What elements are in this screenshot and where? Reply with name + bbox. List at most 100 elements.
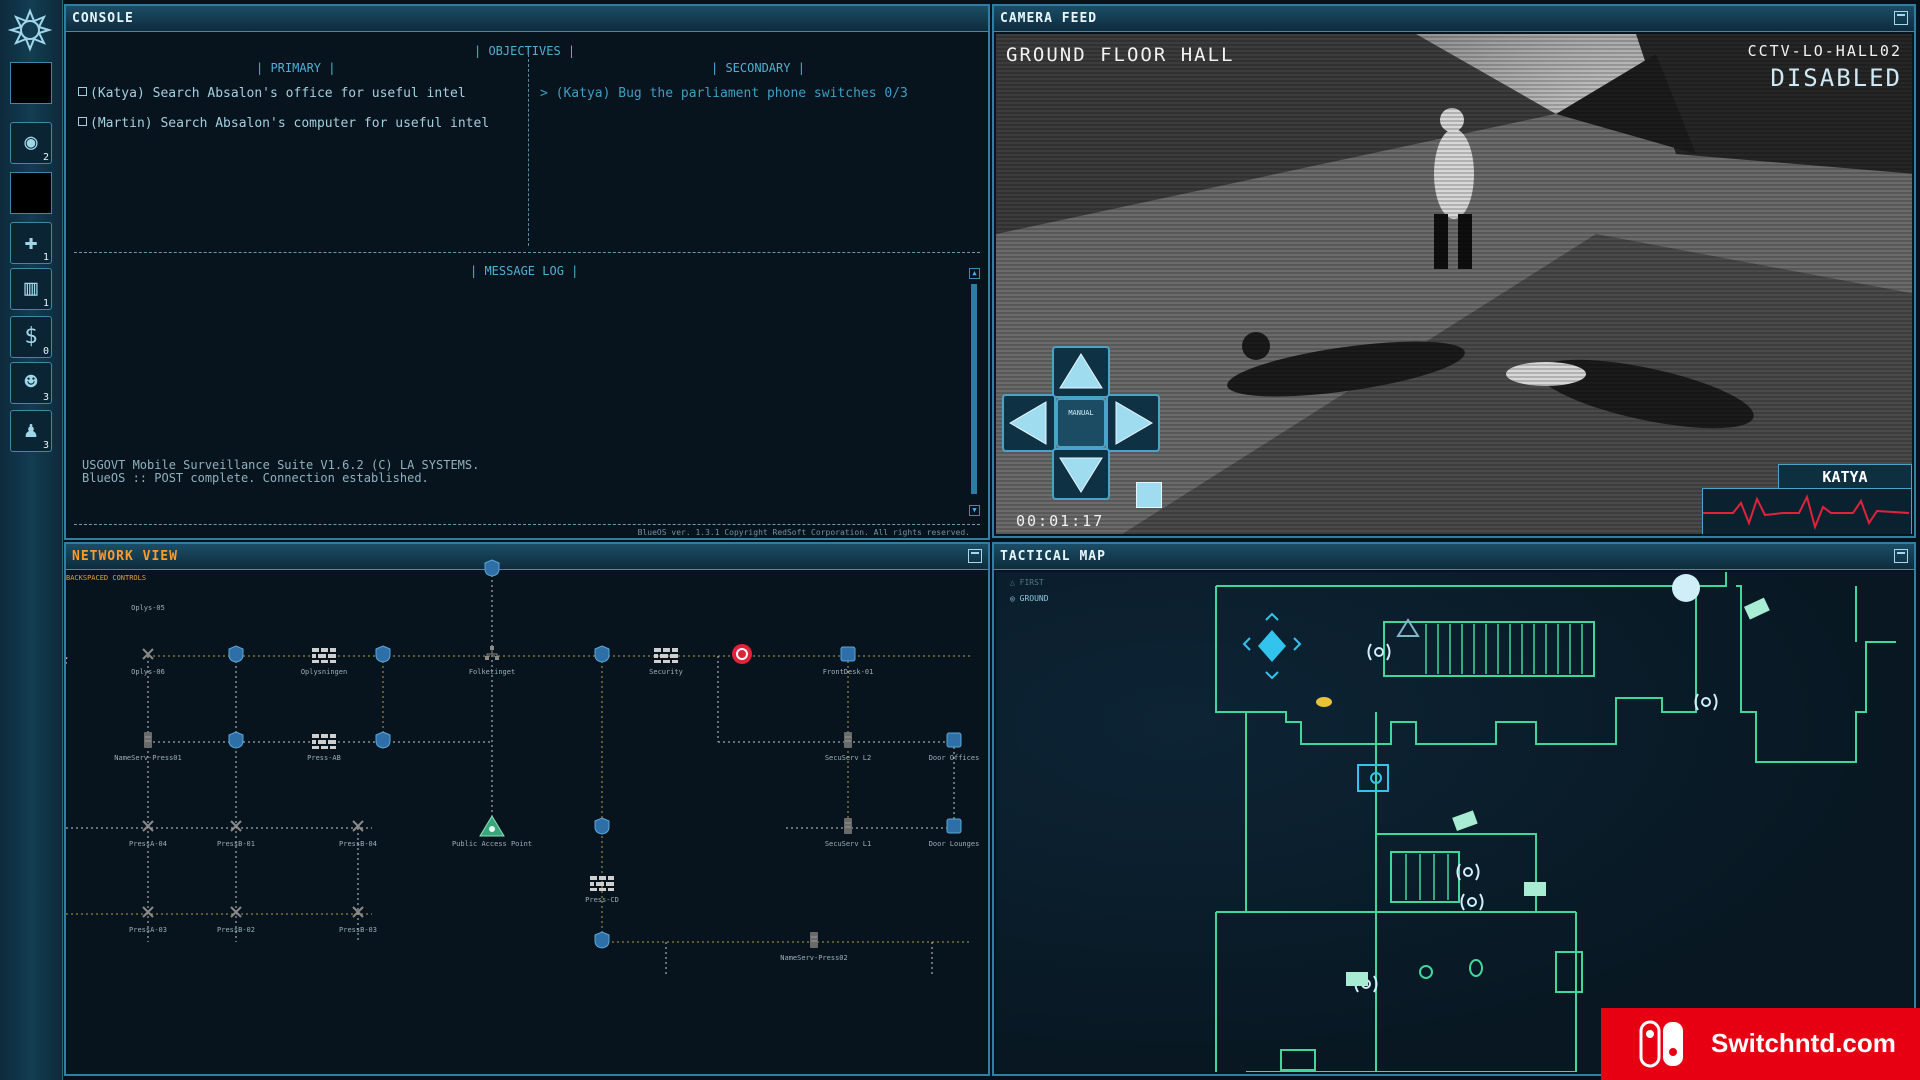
network-node-server[interactable]	[842, 731, 854, 753]
scroll-thumb[interactable]	[971, 284, 977, 494]
camera-feed-panel: CAMERA FEED GROUND FLOOR HALL CCTV-LO-HA…	[992, 4, 1916, 538]
network-node-label: PressB-04	[339, 840, 377, 848]
watermark-banner: Switchntd.com	[1601, 1008, 1920, 1080]
left-toolbar: ◉ 2 ✚ 1 ▥ 1 $0 ☻ 3 ♟ 3	[0, 0, 63, 1080]
objectives-header: | OBJECTIVES |	[474, 44, 576, 58]
network-node-access[interactable]	[479, 815, 505, 841]
secondary-header: | SECONDARY |	[711, 61, 805, 75]
barricade-icon: ▥	[24, 276, 38, 301]
message-log-scrollbar[interactable]: ▲ ▼	[968, 268, 980, 516]
primary-objective-2: (Martin) Search Absalon's computer for u…	[78, 116, 489, 131]
camera-pan-left-button[interactable]	[1002, 394, 1056, 452]
tactical-map-title: TACTICAL MAP	[994, 544, 1914, 570]
network-relay-node[interactable]	[375, 731, 391, 753]
network-node-label: Folketinget	[468, 668, 516, 676]
network-node-server[interactable]	[142, 731, 154, 753]
app-logo-icon	[7, 8, 53, 52]
network-node-screen[interactable]	[839, 645, 857, 667]
tactical-map-view: △ FIRST ◎ GROUND	[996, 572, 1912, 1072]
network-node-x[interactable]	[350, 818, 366, 838]
network-relay-node[interactable]	[484, 559, 500, 581]
agent-button[interactable]: ♟ 3	[10, 410, 52, 452]
floor-plan	[1215, 572, 1896, 1072]
network-node-x[interactable]	[228, 818, 244, 838]
camera-timer: 00:01:17	[1016, 512, 1105, 530]
alert-node-icon[interactable]	[731, 643, 753, 669]
primary-objective-text: (Katya) Search Absalon's office for usef…	[90, 86, 466, 101]
network-relay-node[interactable]	[594, 817, 610, 839]
network-node-label: Press-AB	[307, 754, 341, 762]
manual-label: MANUAL	[1068, 409, 1094, 417]
surveillance-eye-icon: ◉	[24, 130, 38, 155]
network-node-label: SecuServ L1	[824, 840, 872, 848]
network-node-label: FrontDesk-01	[822, 668, 874, 676]
surveillance-button[interactable]: ◉ 2	[10, 122, 52, 164]
camera-view: GROUND FLOOR HALL CCTV-LO-HALL02 DISABLE…	[996, 34, 1912, 534]
network-node-tree[interactable]	[484, 645, 500, 667]
camera-manual-button[interactable]: MANUAL	[1056, 398, 1106, 448]
network-relay-node[interactable]	[228, 645, 244, 667]
network-node-screen[interactable]	[945, 731, 963, 753]
money-icon: $	[24, 324, 38, 349]
network-relay-node[interactable]	[594, 645, 610, 667]
agent-icon: ♟	[24, 418, 38, 443]
barricade-button[interactable]: ▥ 1	[10, 268, 52, 310]
hacker-button[interactable]: ☻ 3	[10, 362, 52, 404]
network-node-label: Press-CD	[585, 896, 619, 904]
agent-name-tab: KATYA	[1778, 464, 1912, 490]
network-node-label: Public Access Point	[451, 840, 533, 848]
primary-objective-text: (Martin) Search Absalon's computer for u…	[90, 116, 490, 131]
network-node-label: PressB-02	[217, 926, 255, 934]
network-node-server[interactable]	[842, 817, 854, 839]
sound-source-icon	[1354, 643, 1718, 993]
network-relay-node[interactable]	[228, 731, 244, 753]
network-node-x[interactable]	[228, 904, 244, 924]
network-node-label: PressB-03	[339, 926, 377, 934]
camera-pan-up-button[interactable]	[1052, 346, 1110, 398]
maximize-button[interactable]	[1894, 549, 1908, 563]
network-node-label: Oplys-06	[131, 668, 165, 676]
hacker-count: 3	[42, 392, 49, 403]
camera-feed-title: CAMERA FEED	[994, 6, 1914, 32]
sidebar-divider	[10, 172, 52, 214]
network-node-x[interactable]	[140, 646, 156, 666]
network-node-screen[interactable]	[945, 817, 963, 839]
maximize-button[interactable]	[968, 549, 982, 563]
section-divider	[74, 252, 980, 253]
network-node-x[interactable]	[140, 904, 156, 924]
surveillance-count: 2	[42, 152, 49, 163]
copyright-footer: BlueOS ver. 1.3.1 Copyright RedSoft Corp…	[637, 528, 970, 537]
scroll-up-arrow-icon[interactable]: ▲	[969, 268, 980, 279]
maximize-button[interactable]	[1894, 11, 1908, 25]
network-relay-node[interactable]	[594, 931, 610, 953]
network-relay-node[interactable]	[375, 645, 391, 667]
network-node-label: PressA-04	[129, 840, 167, 848]
camera-pan-down-button[interactable]	[1052, 448, 1110, 500]
network-node-label: NameServ-Press01	[114, 754, 182, 762]
switch-logo-icon	[1639, 1020, 1685, 1068]
camera-pan-right-button[interactable]	[1106, 394, 1160, 452]
sidebar-divider	[10, 62, 52, 104]
secondary-objective-text: (Katya) Bug the parliament phone switche…	[555, 86, 908, 101]
network-node-wall[interactable]	[310, 644, 338, 668]
watermark-text: Switchntd.com	[1711, 1028, 1896, 1058]
network-view-title: NETWORK VIEW	[66, 544, 988, 570]
agent-vitals: KATYA	[1702, 464, 1912, 534]
network-node-label: PressB-01	[217, 840, 255, 848]
checkbox-icon	[78, 117, 87, 126]
scroll-down-arrow-icon[interactable]: ▼	[969, 505, 980, 516]
network-node-wall[interactable]	[652, 644, 680, 668]
network-node-label: Door Offices	[928, 754, 980, 762]
barricade-count: 1	[42, 298, 49, 309]
network-node-wall[interactable]	[310, 730, 338, 754]
network-node-x[interactable]	[350, 904, 366, 924]
scanline-overlay	[996, 34, 1912, 534]
network-node-x[interactable]	[140, 818, 156, 838]
camera-toggle-button[interactable]	[1136, 482, 1162, 508]
network-node-label: PressA-03	[129, 926, 167, 934]
primary-label: PRIMARY	[270, 61, 322, 75]
network-node-server[interactable]	[808, 931, 820, 953]
money-button[interactable]: $0	[10, 316, 52, 358]
network-node-wall[interactable]	[588, 872, 616, 896]
medkit-button[interactable]: ✚ 1	[10, 222, 52, 264]
